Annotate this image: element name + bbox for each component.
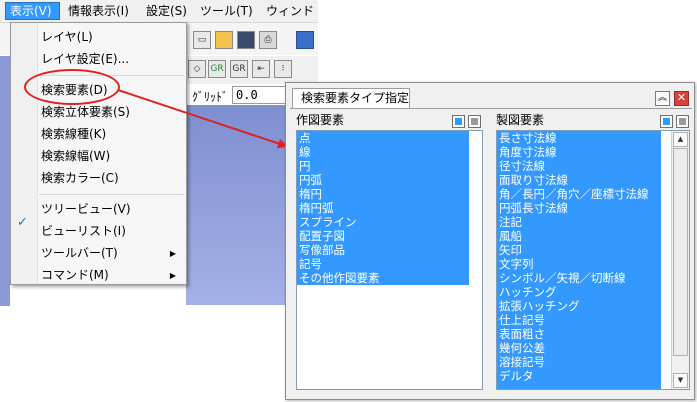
close-icon[interactable]: ✕ [674, 91, 689, 106]
list-item[interactable]: 溶接記号 [497, 355, 649, 369]
list-item[interactable]: スプライン [297, 215, 380, 229]
list-item[interactable]: 長さ寸法線 [497, 131, 649, 145]
list-item[interactable]: 仕上記号 [497, 313, 649, 327]
scrollbar[interactable]: ▲ ▼ [671, 131, 689, 389]
deselect-all-button[interactable] [676, 115, 689, 128]
list-item[interactable]: 注記 [497, 215, 649, 229]
list-item[interactable]: 円弧 [297, 173, 380, 187]
list-item[interactable]: デルタ [497, 369, 649, 383]
select-all-button[interactable] [452, 115, 465, 128]
tab-divider [290, 108, 692, 109]
scroll-up-icon[interactable]: ▲ [673, 132, 688, 147]
select-all-button[interactable] [660, 115, 673, 128]
list-item[interactable]: その他作図要素 [297, 271, 380, 285]
list-item[interactable]: 表面粗さ [497, 327, 649, 341]
drawing-elements-label: 作図要素 [296, 113, 345, 127]
deselect-all-icon [471, 118, 478, 125]
list-item[interactable]: 楕円弧 [297, 201, 380, 215]
dialog-tab[interactable]: 検索要素タイプ指定 [292, 88, 410, 108]
deselect-all-icon [679, 118, 686, 125]
list-item[interactable]: 面取り寸法線 [497, 173, 649, 187]
list-item[interactable]: 角／長円／角穴／座標寸法線 [497, 187, 649, 201]
list-item[interactable]: 写像部品 [297, 243, 380, 257]
deselect-all-button[interactable] [468, 115, 481, 128]
list-item[interactable]: 配置子図 [297, 229, 380, 243]
select-all-icon [455, 118, 462, 125]
search-element-type-dialog: 検索要素タイプ指定 ︽ ✕ 作図要素 製図要素 点線円円弧 楕円 楕円弧 スプライン配… [285, 82, 695, 400]
list-item[interactable]: 径寸法線 [497, 159, 649, 173]
list-item[interactable]: 記号 [297, 257, 380, 271]
list-item[interactable]: シンボル／矢視／切断線 [497, 271, 649, 285]
select-all-icon [663, 118, 670, 125]
list-item[interactable]: 風船 [497, 229, 649, 243]
list-item[interactable]: 点 [297, 131, 380, 145]
list-item[interactable]: 幾何公差 [497, 341, 649, 355]
list-item[interactable]: 文字列 [497, 257, 649, 271]
list-item[interactable]: 拡張ハッチング [497, 299, 649, 313]
list-item[interactable]: 楕円 [297, 187, 380, 201]
drafting-elements-list[interactable]: 長さ寸法線 角度寸法線 径寸法線 面取り寸法線 角／長円／角穴／座標寸法線 円弧長寸法線注… [496, 130, 690, 390]
list-item[interactable]: ハッチング [497, 285, 649, 299]
list-item[interactable]: 円 [297, 159, 380, 173]
list-item[interactable]: 線 [297, 145, 380, 159]
drafting-elements-label: 製図要素 [496, 113, 545, 127]
list-item[interactable]: 円弧長寸法線 [497, 201, 649, 215]
list-item[interactable]: 矢印 [497, 243, 649, 257]
drawing-elements-list[interactable]: 点線円円弧 楕円 楕円弧 スプライン 配置子図 写像部品 記号 その他作図要素 [296, 130, 483, 390]
list-item[interactable]: 角度寸法線 [497, 145, 649, 159]
collapse-icon[interactable]: ︽ [655, 91, 670, 106]
scroll-down-icon[interactable]: ▼ [673, 373, 688, 388]
scroll-thumb[interactable] [673, 148, 688, 356]
